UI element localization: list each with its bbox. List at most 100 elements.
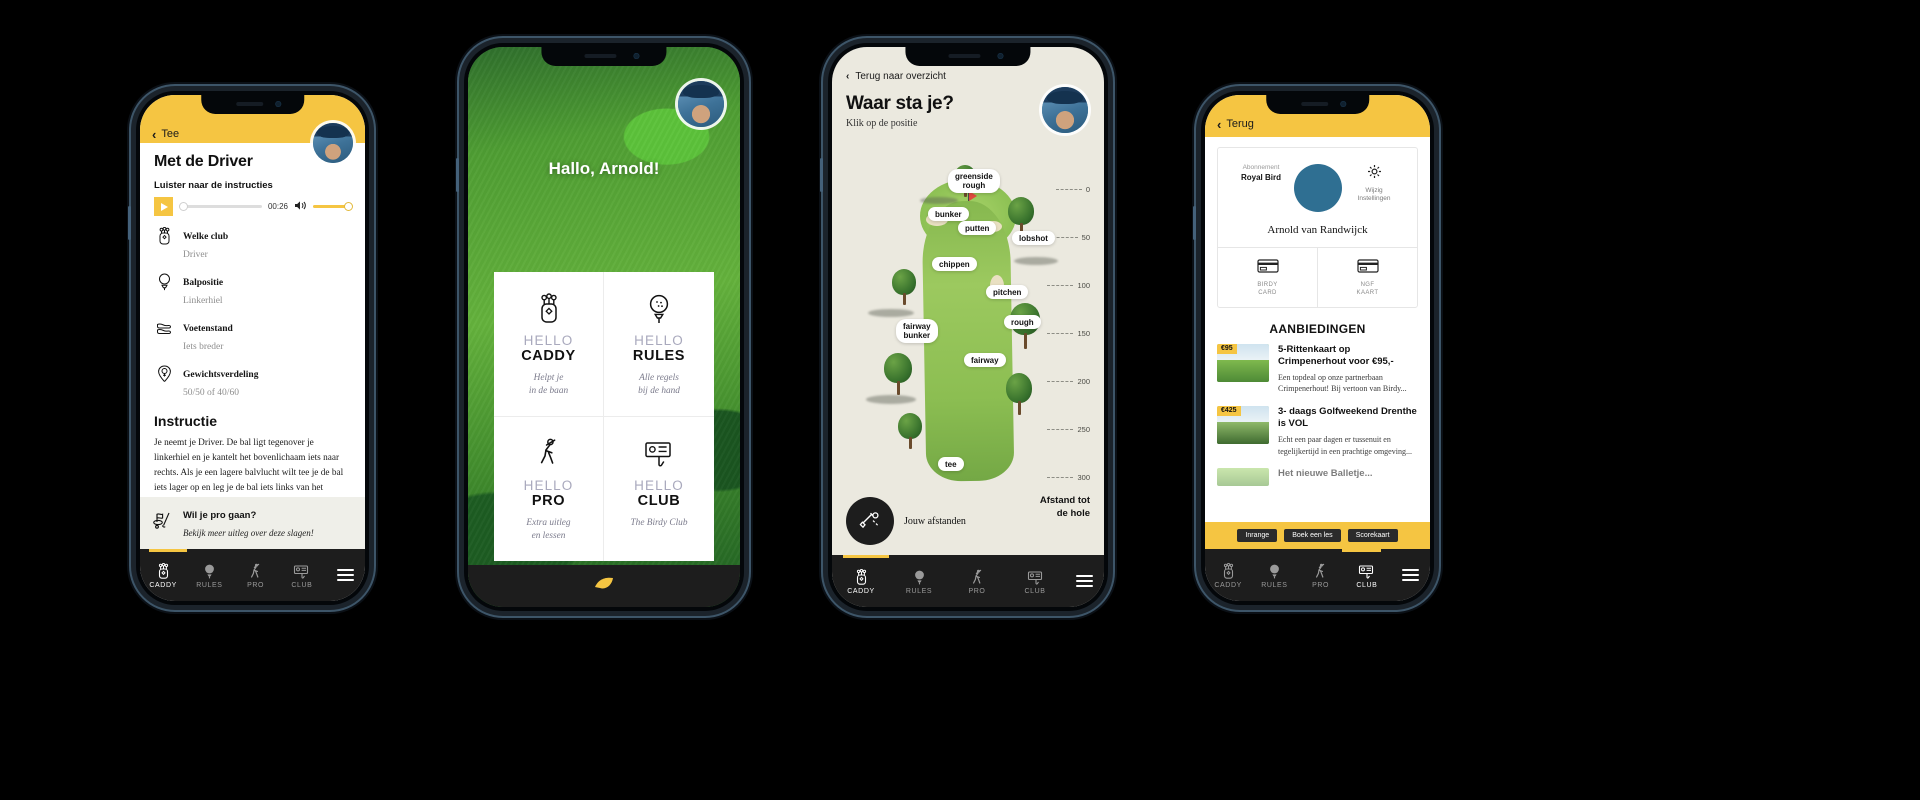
offer-desc: Echt een paar dagen er tussenuit en tege…: [1278, 435, 1412, 456]
ngf-card-tile[interactable]: NGF KAART: [1317, 248, 1417, 307]
avatar[interactable]: [1042, 87, 1088, 133]
map-label[interactable]: fairway bunker: [896, 319, 938, 344]
user-name: Arnold van Randwijck: [1267, 224, 1368, 236]
nav-item-rules[interactable]: RULES: [186, 562, 232, 589]
map-label[interactable]: chippen: [932, 257, 977, 271]
profile-card: Abonnement Royal Bird Wijzig Instellinge…: [1217, 147, 1418, 308]
card-name: PRO: [531, 492, 566, 509]
ball-on-tee-icon: [154, 272, 174, 291]
front-camera: [633, 53, 640, 59]
nav-label: RULES: [196, 581, 223, 589]
scrubber-handle[interactable]: [179, 202, 188, 211]
spec-value: Linkerhiel: [183, 296, 223, 306]
offer-item[interactable]: Het nieuwe Balletje...: [1205, 467, 1430, 497]
bottom-nav-4: CADDY RULES PRO CLUB: [1205, 549, 1430, 601]
play-icon[interactable]: [154, 197, 173, 216]
avatar[interactable]: [678, 81, 724, 127]
speaker-slot: [583, 54, 617, 58]
gear-icon[interactable]: [1367, 165, 1382, 183]
map-label[interactable]: bunker: [928, 207, 969, 221]
nav-item-pro[interactable]: PRO: [1298, 562, 1344, 589]
avatar-cap: [682, 84, 720, 99]
volume-handle[interactable]: [344, 202, 353, 211]
settings-block[interactable]: Wijzig Instellingen: [1345, 164, 1403, 203]
nav-item-club[interactable]: CLUB: [279, 562, 325, 589]
back-link[interactable]: ‹ Terug naar overzicht: [846, 71, 1090, 82]
chip-book-lesson[interactable]: Boek een les: [1284, 529, 1341, 542]
phone-mockup-4: ‹ Terug Abonnement Royal Bird Wijzig Ins…: [1193, 86, 1439, 610]
ball-on-tee-icon: [612, 292, 706, 326]
spec-value: 50/50 of 40/60: [183, 388, 239, 398]
back-bar[interactable]: ‹ Terug: [1205, 111, 1430, 137]
nav-item-club[interactable]: CLUB: [1344, 562, 1390, 589]
back-label: Terug: [1226, 118, 1254, 130]
notch: [200, 95, 305, 114]
golf-bag-icon: [154, 226, 174, 245]
ruler-tick: 200: [1047, 377, 1090, 386]
map-label[interactable]: fairway: [964, 353, 1006, 367]
nav-item-rules[interactable]: RULES: [890, 568, 948, 595]
audio-scrubber[interactable]: [179, 202, 262, 211]
card-desc: Helpt je in de baan: [528, 373, 569, 397]
chip-inrange[interactable]: Inrange: [1237, 529, 1278, 542]
phone-mockup-2: Hallo, Arnold! HELLO CADDY Helpt je in d…: [456, 38, 749, 616]
spec-list: Welke club Driver Balpositie Linkerhiel: [154, 226, 351, 400]
clubhouse-icon: [612, 437, 706, 471]
spec-label: Voetenstand: [183, 324, 233, 334]
hamburger-menu-icon[interactable]: [1064, 575, 1104, 587]
clubhouse-icon: [1027, 568, 1044, 585]
front-camera: [275, 101, 282, 107]
tree: [892, 269, 916, 295]
nav-item-rules[interactable]: RULES: [1251, 562, 1297, 589]
pro-banner[interactable]: Wil je pro gaan? Bekijk meer uitleg over…: [140, 497, 365, 549]
distances-button[interactable]: Jouw afstanden: [846, 497, 966, 545]
avatar[interactable]: [1293, 164, 1342, 212]
map-label[interactable]: putten: [958, 221, 997, 235]
rangefinder-icon[interactable]: [846, 497, 894, 545]
active-tab-indicator: [149, 549, 188, 552]
tree-trunk: [909, 437, 912, 449]
map-label[interactable]: pitchen: [986, 285, 1029, 299]
spec-label: Balpositie: [183, 278, 224, 288]
menu-grid: HELLO CADDY Helpt je in de baan HELLO RU…: [494, 272, 714, 561]
spec-value: Iets breder: [183, 342, 224, 352]
hamburger-menu-icon[interactable]: [1390, 569, 1430, 581]
nav-label: PRO: [968, 587, 986, 595]
menu-card-caddy[interactable]: HELLO CADDY Helpt je in de baan: [494, 272, 604, 417]
nav-item-pro[interactable]: PRO: [948, 568, 1006, 595]
tree-shadow: [868, 309, 914, 317]
phone-mockup-1: ‹ Tee Met de Driver Luister naar de inst…: [128, 86, 374, 610]
nav-item-club[interactable]: CLUB: [1006, 568, 1064, 595]
map-label[interactable]: tee: [938, 457, 964, 471]
active-tab-indicator: [1342, 549, 1381, 552]
avatar[interactable]: [313, 123, 353, 163]
menu-card-club[interactable]: HELLO CLUB The Birdy Club: [604, 417, 714, 561]
tree: [1006, 373, 1032, 403]
tree: [1008, 197, 1034, 225]
leaf-logo-icon: [593, 576, 615, 595]
map-label[interactable]: lobshot: [1012, 231, 1055, 245]
nav-item-pro[interactable]: PRO: [233, 562, 279, 589]
avatar-cap: [317, 126, 349, 139]
nav-item-caddy[interactable]: CADDY: [832, 568, 890, 595]
volume-icon[interactable]: [294, 198, 307, 216]
hamburger-menu-icon[interactable]: [325, 569, 365, 581]
notch: [1265, 95, 1370, 114]
menu-card-rules[interactable]: HELLO RULES Alle regels bij de hand: [604, 272, 714, 417]
quick-action-chips: Inrange Boek een les Scorekaart: [1205, 522, 1430, 549]
volume-slider[interactable]: [313, 202, 353, 211]
offer-item[interactable]: €95 5-Rittenkaart op Crimpenerhout voor …: [1205, 343, 1430, 406]
nav-label: CLUB: [1356, 581, 1378, 589]
menu-card-pro[interactable]: HELLO PRO Extra uitleg en lessen: [494, 416, 604, 561]
audio-player[interactable]: 00:26: [154, 197, 353, 216]
offer-item[interactable]: €425 3- daags Golfweekend Drenthe is VOL…: [1205, 405, 1430, 468]
tree-trunk: [1024, 333, 1027, 349]
birdy-card-tile[interactable]: BIRDY CARD: [1218, 248, 1317, 307]
nav-item-caddy[interactable]: CADDY: [140, 562, 186, 589]
map-label[interactable]: greenside rough: [948, 169, 1000, 194]
map-label[interactable]: rough: [1004, 315, 1041, 329]
chip-scorecard[interactable]: Scorekaart: [1347, 529, 1398, 542]
screenshot-canvas: ‹ Tee Met de Driver Luister naar de inst…: [0, 0, 1920, 800]
tree: [884, 353, 912, 383]
nav-item-caddy[interactable]: CADDY: [1205, 562, 1251, 589]
